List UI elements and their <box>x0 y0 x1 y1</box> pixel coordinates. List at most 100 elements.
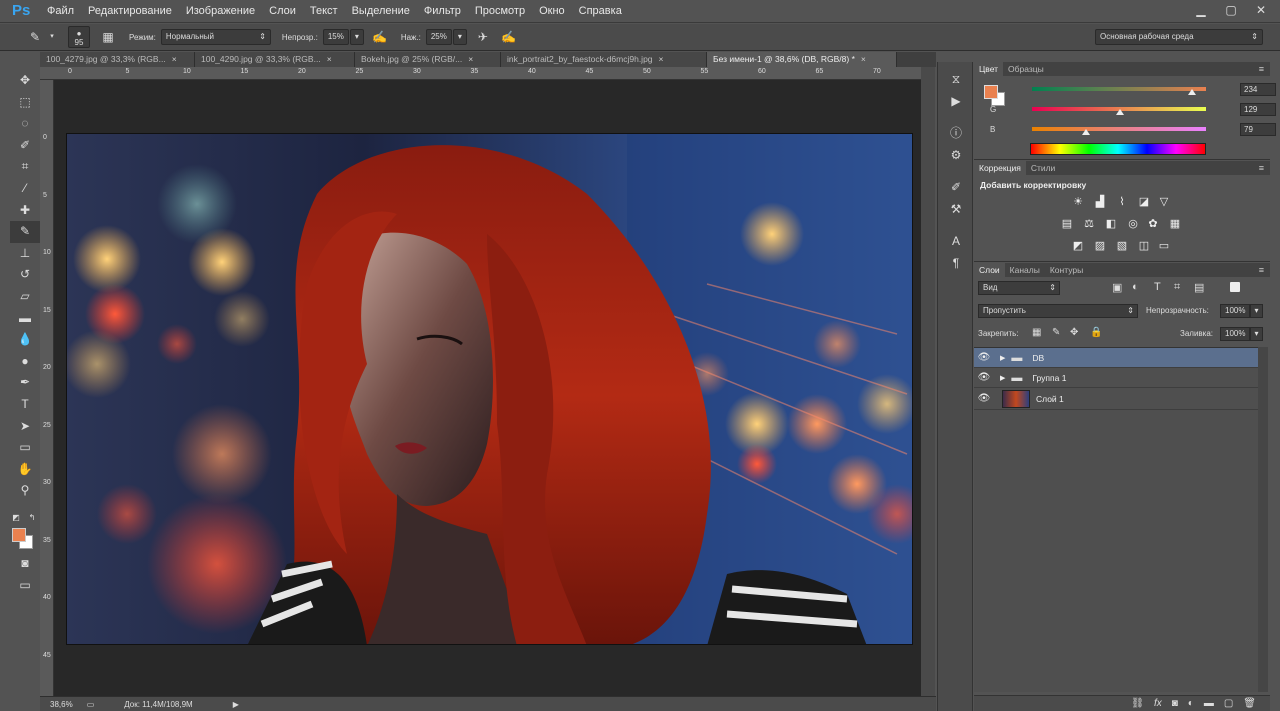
healing-brush-tool-icon[interactable]: ✚ <box>10 200 40 222</box>
status-arrow-icon[interactable]: ▶ <box>233 700 239 709</box>
tab-adjustments[interactable]: Коррекция <box>974 161 1026 175</box>
layers-scrollbar[interactable] <box>1258 347 1268 692</box>
filter-toggle-icon[interactable] <box>1230 282 1240 292</box>
brush-preset-chevron-icon[interactable]: ▾ <box>48 28 56 46</box>
filter-smart-icon[interactable]: ▤ <box>1194 281 1204 294</box>
zoom-tool-icon[interactable]: ⚲ <box>10 480 40 502</box>
green-value[interactable]: 129 <box>1240 102 1276 116</box>
gradient-map-icon[interactable]: ▭ <box>1157 239 1171 253</box>
brush-tool-icon[interactable]: ✎ <box>10 221 40 243</box>
quick-mask-icon[interactable]: ◙ <box>10 553 40 575</box>
visibility-eye-icon[interactable]: 👁 <box>974 372 994 383</box>
airbrush-icon[interactable]: ✈ <box>474 28 492 46</box>
vertical-scrollbar[interactable] <box>921 67 935 696</box>
foreground-color-swatch[interactable] <box>12 528 26 542</box>
quick-select-tool-icon[interactable]: ✐ <box>10 135 40 157</box>
slider-blue[interactable]: B 79 <box>990 122 1276 136</box>
close-icon[interactable]: × <box>468 52 473 67</box>
lock-position-icon[interactable]: ✥ <box>1070 327 1078 338</box>
expand-arrow-icon[interactable]: ▶ <box>1000 354 1005 362</box>
invert-icon[interactable]: ◩ <box>1071 239 1085 253</box>
eyedropper-tool-icon[interactable]: ⁄ <box>10 178 40 200</box>
close-icon[interactable]: × <box>172 52 177 67</box>
close-button[interactable]: ✕ <box>1252 3 1270 17</box>
dodge-tool-icon[interactable]: ● <box>10 351 40 373</box>
crop-tool-icon[interactable]: ⌗ <box>10 156 40 178</box>
panel-menu-icon[interactable]: ≡ <box>1259 265 1264 275</box>
fill-dropdown-icon[interactable]: ▾ <box>1250 327 1263 341</box>
close-icon[interactable]: × <box>861 52 866 67</box>
marquee-tool-icon[interactable]: ⬚ <box>10 92 40 114</box>
visibility-eye-icon[interactable]: 👁 <box>974 352 994 363</box>
pressure-opacity-icon[interactable]: ✍ <box>371 28 389 46</box>
rectangle-tool-icon[interactable]: ▭ <box>10 437 40 459</box>
fill-field[interactable]: 100% <box>1220 327 1250 341</box>
black-white-icon[interactable]: ◧ <box>1104 217 1118 231</box>
layer-row-group-1[interactable]: 👁 ▶ ▬ Группа 1 <box>974 368 1258 388</box>
menu-filter[interactable]: Фильтр <box>417 5 468 17</box>
channel-mixer-icon[interactable]: ✿ <box>1146 217 1160 231</box>
vibrance-icon[interactable]: ▽ <box>1157 195 1171 209</box>
tab-styles[interactable]: Стили <box>1026 161 1061 175</box>
blue-thumb[interactable] <box>1081 129 1090 135</box>
brush-tool-icon[interactable]: ✎ <box>26 28 44 46</box>
blend-mode-select[interactable]: Пропустить ⇕ <box>978 304 1138 318</box>
tab-channels[interactable]: Каналы <box>1005 263 1045 277</box>
panel-menu-icon[interactable]: ≡ <box>1259 64 1264 74</box>
character-icon[interactable]: A <box>938 230 974 252</box>
swap-colors-icon[interactable]: ↰ <box>26 512 38 524</box>
expand-arrow-icon[interactable]: ▶ <box>1000 374 1005 382</box>
lock-transparent-icon[interactable]: ▦ <box>1032 327 1041 338</box>
close-icon[interactable]: × <box>327 52 332 67</box>
canvas-image[interactable] <box>66 133 913 645</box>
eraser-tool-icon[interactable]: ▱ <box>10 286 40 308</box>
tab-layers[interactable]: Слои <box>974 263 1005 277</box>
green-thumb[interactable] <box>1116 109 1125 115</box>
slider-red[interactable]: R 234 <box>990 82 1276 96</box>
hue-saturation-icon[interactable]: ▤ <box>1060 217 1074 231</box>
fx-icon[interactable]: fx <box>1154 698 1162 709</box>
minimize-button[interactable]: ▁ <box>1192 3 1210 17</box>
layer-row-db[interactable]: 👁 ▶ ▬ DB <box>974 348 1258 368</box>
opacity-field[interactable]: 15% <box>322 29 349 45</box>
tab-paths[interactable]: Контуры <box>1045 263 1088 277</box>
levels-icon[interactable]: ▟ <box>1093 195 1107 209</box>
gradient-tool-icon[interactable]: ▬ <box>10 308 40 330</box>
menu-image[interactable]: Изображение <box>179 5 262 17</box>
blue-track[interactable] <box>1032 127 1206 131</box>
maximize-button[interactable]: ▢ <box>1222 3 1240 17</box>
filter-adjustment-icon[interactable]: ◐ <box>1132 281 1139 293</box>
link-layers-icon[interactable]: ⛓ <box>1131 698 1144 709</box>
color-lookup-icon[interactable]: ▦ <box>1168 217 1182 231</box>
brightness-icon[interactable]: ☀ <box>1071 195 1085 209</box>
red-value[interactable]: 234 <box>1240 82 1276 96</box>
default-colors-icon[interactable]: ◩ <box>10 512 22 524</box>
color-fg-swatch[interactable] <box>984 85 998 99</box>
slider-green[interactable]: G 129 <box>990 102 1276 116</box>
pressure-size-icon[interactable]: ✍ <box>500 28 518 46</box>
photo-filter-icon[interactable]: ◎ <box>1126 217 1140 231</box>
layer-opacity-dropdown-icon[interactable]: ▾ <box>1250 304 1263 318</box>
new-layer-icon[interactable]: ▢ <box>1224 698 1233 709</box>
actions-play-icon[interactable]: ▶ <box>938 90 974 112</box>
pressure-field[interactable]: 25% <box>425 29 452 45</box>
tab-ink-portrait[interactable]: ink_portrait2_by_faestock-d6mcj9h.jpg × <box>501 52 707 67</box>
color-spectrum[interactable] <box>1030 143 1206 155</box>
menu-file[interactable]: Файл <box>40 5 81 17</box>
menu-edit[interactable]: Редактирование <box>81 5 179 17</box>
tab-untitled-1[interactable]: Без имени-1 @ 38,6% (DB, RGB/8) * × <box>707 52 897 67</box>
visibility-eye-icon[interactable]: 👁 <box>974 393 994 404</box>
paragraph-icon[interactable]: ¶ <box>938 252 974 274</box>
red-track[interactable] <box>1032 87 1206 91</box>
brush-panel-icon[interactable]: ▦ <box>99 28 117 46</box>
selective-color-icon[interactable]: ◫ <box>1137 239 1151 253</box>
trash-icon[interactable]: 🗑 <box>1243 698 1256 709</box>
opacity-dropdown-icon[interactable]: ▾ <box>349 29 364 45</box>
layer-filter-select[interactable]: Вид ⇕ <box>978 281 1060 295</box>
info-icon[interactable]: ⓘ <box>938 122 974 144</box>
layer-opacity-field[interactable]: 100% <box>1220 304 1250 318</box>
hand-tool-icon[interactable]: ✋ <box>10 459 40 481</box>
lock-image-icon[interactable]: ✎ <box>1052 327 1060 338</box>
lock-all-icon[interactable]: 🔒 <box>1090 327 1102 338</box>
new-adjustment-icon[interactable]: ◐ <box>1188 698 1194 709</box>
